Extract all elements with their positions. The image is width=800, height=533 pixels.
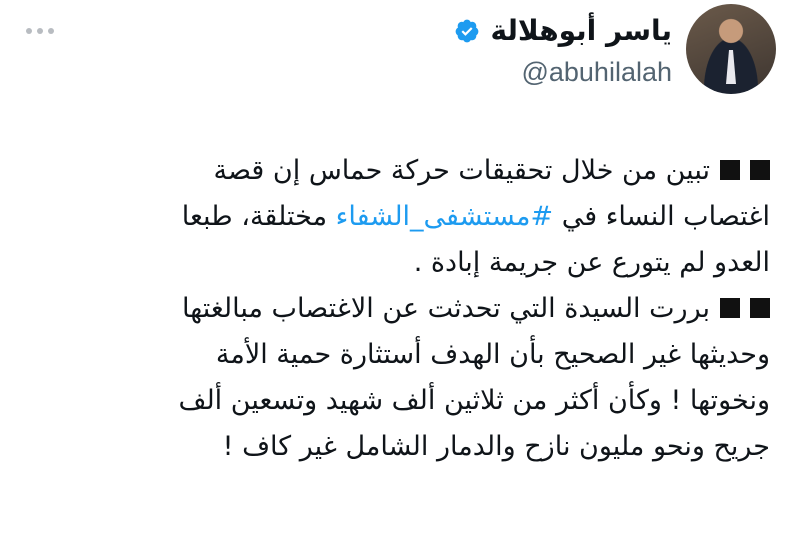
- tweet-line: جريح ونحو مليون نازح والدمار الشامل غير …: [20, 424, 770, 470]
- tweet-line-text: مختلقة، طبعا: [181, 201, 336, 232]
- verified-badge-icon: [456, 19, 479, 42]
- tweet-line-text: اغتصاب النساء في: [553, 201, 770, 232]
- more-dot-icon: [48, 28, 54, 34]
- hashtag-link[interactable]: #مستشفى_الشفاء: [336, 201, 553, 232]
- tweet-author: ياسر أبوهلالة @abuhilalah: [454, 4, 776, 94]
- user-handle[interactable]: @abuhilalah: [454, 57, 672, 88]
- tweet-line: تبين من خلال تحقيقات حركة حماس إن قصة: [20, 148, 770, 194]
- tweet-line: العدو لم يتورع عن جريمة إبادة .: [20, 240, 770, 286]
- tweet-line: اغتصاب النساء في #مستشفى_الشفاء مختلقة، …: [20, 194, 770, 240]
- tweet-line-text: ونخوتها ! وكأن أكثر من ثلاثين ألف شهيد و…: [178, 385, 771, 416]
- display-name[interactable]: ياسر أبوهلالة: [490, 14, 672, 47]
- tweet-line-text: تبين من خلال تحقيقات حركة حماس إن قصة: [213, 155, 710, 186]
- black-square-icon: [750, 159, 770, 180]
- display-name-row: ياسر أبوهلالة: [454, 11, 672, 51]
- tweet-text: تبين من خلال تحقيقات حركة حماس إن قصة اغ…: [20, 148, 770, 470]
- avatar[interactable]: [686, 4, 776, 94]
- black-square-icon: [750, 297, 770, 318]
- author-names: ياسر أبوهلالة @abuhilalah: [454, 11, 672, 88]
- tweet-line: بررت السيدة التي تحدثت عن الاغتصاب مبالغ…: [20, 286, 770, 332]
- black-square-icon: [720, 297, 740, 318]
- tweet-line: وحديثها غير الصحيح بأن الهدف أستثارة حمي…: [20, 332, 770, 378]
- more-dot-icon: [26, 28, 32, 34]
- tweet-line-text: وحديثها غير الصحيح بأن الهدف أستثارة حمي…: [215, 339, 770, 370]
- tweet-line-text: بررت السيدة التي تحدثت عن الاغتصاب مبالغ…: [182, 293, 710, 324]
- black-square-icon: [720, 159, 740, 180]
- tweet-line-text: العدو لم يتورع عن جريمة إبادة .: [413, 247, 770, 278]
- more-options-button[interactable]: [26, 22, 66, 40]
- tweet-line: ونخوتها ! وكأن أكثر من ثلاثين ألف شهيد و…: [20, 378, 771, 424]
- more-dot-icon: [37, 28, 43, 34]
- tweet-line-text: جريح ونحو مليون نازح والدمار الشامل غير …: [222, 431, 770, 462]
